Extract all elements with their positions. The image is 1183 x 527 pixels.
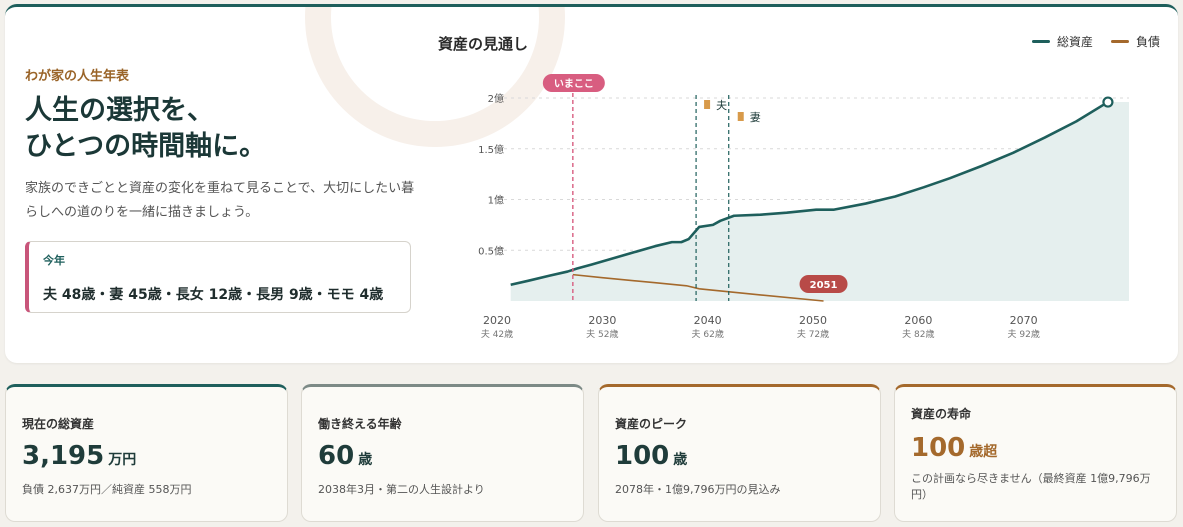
assets-end-point (1102, 96, 1114, 108)
y-tick-label: 1億 (488, 194, 504, 207)
card-value-unit: 歳超 (969, 444, 998, 460)
y-tick-label: 0.5億 (478, 244, 504, 257)
hero-panel: わが家の人生年表 人生の選択を、 ひとつの時間軸に。 家族のできごとと資産の変化… (5, 4, 1178, 363)
card-value-unit: 歳 (358, 452, 373, 468)
asset-chart: 0.5億 1億 1.5億 2億 2020夫 42歳 2030夫 52歳 2040夫 62歳 2… (478, 74, 1129, 340)
x-tick-label: 2050 (799, 314, 827, 327)
card-value-number: 3,195 (22, 441, 105, 471)
card-asset-lifespan[interactable]: 資産の寿命 100 歳超 この計画なら尽きません（最終資産 1億9,796万円） (894, 384, 1177, 522)
card-title: 現在の総資産 (22, 417, 95, 431)
x-tick-age-label: 夫 62歳 (692, 328, 724, 340)
x-tick-age-label: 夫 42歳 (481, 328, 513, 340)
x-tick-label: 2020 (483, 314, 511, 327)
x-tick-age-label: 夫 52歳 (586, 328, 618, 340)
x-tick-age-label: 夫 82歳 (902, 328, 934, 340)
card-value-unit: 万円 (108, 452, 137, 468)
card-title: 資産のピーク (615, 417, 688, 431)
card-value-number: 100 (615, 441, 670, 471)
x-tick-age-label: 夫 92歳 (1008, 328, 1040, 340)
card-value-number: 60 (318, 441, 355, 471)
retire-marker-label: 妻 (750, 111, 761, 124)
card-value: 3,195 万円 (22, 441, 136, 471)
summary-cards: 現在の総資産 3,195 万円 負債 2,637万円／純資産 558万円 働き終え… (5, 384, 1178, 524)
card-value-unit: 歳 (673, 452, 688, 468)
card-retirement-age[interactable]: 働き終える年齢 60 歳 2038年3月・第二の人生設計より (301, 384, 584, 522)
card-subtext: 負債 2,637万円／純資産 558万円 (22, 483, 192, 496)
x-tick-age-label: 夫 72歳 (797, 328, 829, 340)
retire-flag-icon (704, 100, 711, 109)
y-tick-label: 1.5億 (478, 143, 504, 156)
retire-flag-icon (737, 112, 744, 121)
x-tick-label: 2030 (588, 314, 616, 327)
card-subtext: この計画なら尽きません（最終資産 1億9,796万円） (911, 472, 1151, 501)
card-value-number: 100 (911, 433, 966, 463)
retire-marker-label: 夫 (716, 99, 727, 112)
card-current-assets[interactable]: 現在の総資産 3,195 万円 負債 2,637万円／純資産 558万円 (5, 384, 288, 522)
card-title: 働き終える年齢 (318, 417, 402, 431)
card-value: 100 歳超 (911, 433, 997, 463)
debt-end-label: 2051 (810, 280, 838, 291)
x-tick-label: 2070 (1010, 314, 1038, 327)
card-value: 60 歳 (318, 441, 372, 471)
card-title: 資産の寿命 (911, 407, 972, 421)
now-marker-label: いまここ (554, 78, 594, 90)
x-tick-label: 2040 (694, 314, 722, 327)
card-subtext: 2078年・1億9,796万円の見込み (615, 483, 781, 496)
card-value: 100 歳 (615, 441, 687, 471)
assets-area (510, 102, 1129, 301)
y-tick-label: 2億 (488, 92, 504, 105)
card-asset-peak[interactable]: 資産のピーク 100 歳 2078年・1億9,796万円の見込み (598, 384, 881, 522)
card-subtext: 2038年3月・第二の人生設計より (318, 483, 485, 496)
x-tick-label: 2060 (904, 314, 932, 327)
